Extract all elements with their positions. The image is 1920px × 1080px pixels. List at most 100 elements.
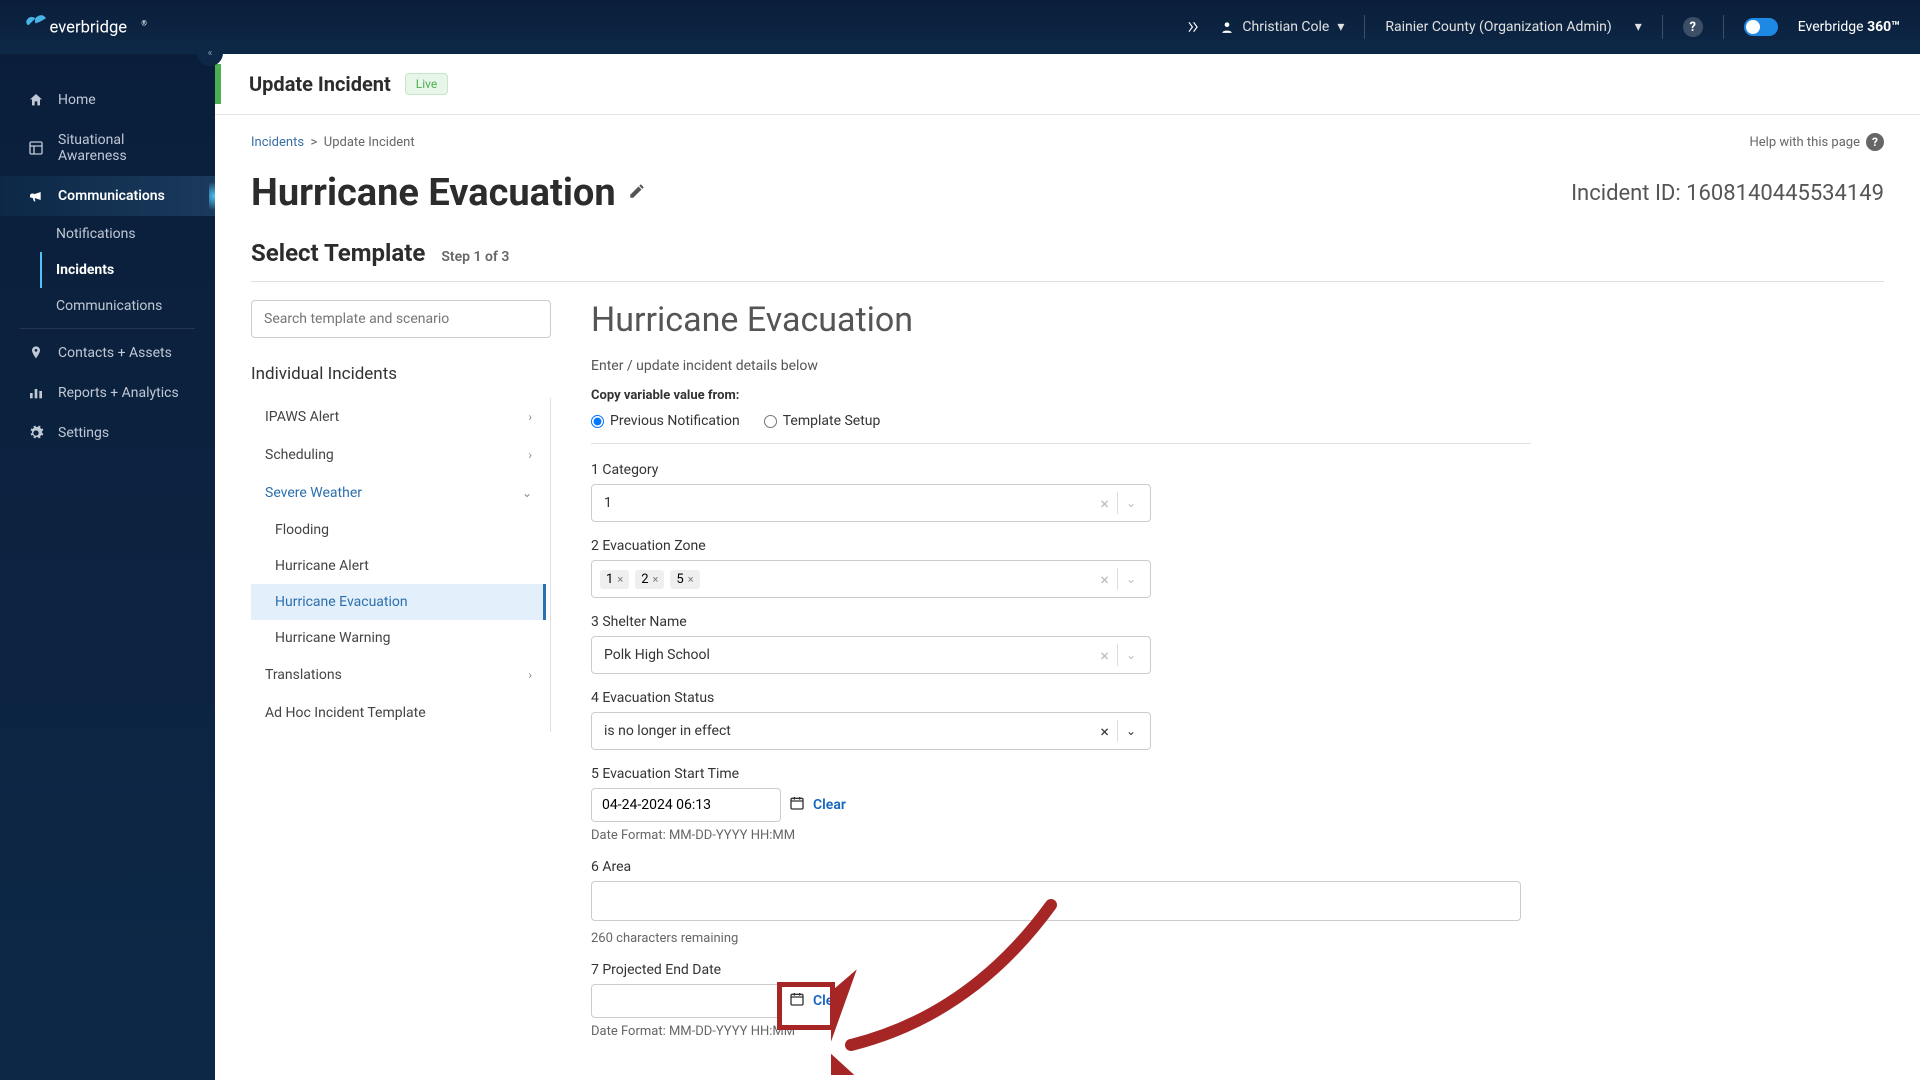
field-label-end-date: 7 Projected End Date	[591, 962, 1531, 978]
product-toggle[interactable]	[1744, 18, 1778, 36]
chevron-right-icon: ›	[528, 448, 532, 462]
field-label-status: 4 Evacuation Status	[591, 690, 1531, 706]
help-page-link[interactable]: Help with this page ?	[1750, 133, 1885, 151]
tree-item-scheduling[interactable]: Scheduling›	[251, 436, 546, 474]
date-format-hint: Date Format: MM-DD-YYYY HH:MM	[591, 828, 1531, 843]
remove-tag-icon[interactable]: ×	[617, 573, 623, 586]
tree-sub-hurricane-alert[interactable]: Hurricane Alert	[251, 548, 546, 584]
template-tree: IPAWS Alert› Scheduling› Severe Weather⌄…	[251, 398, 551, 732]
chevron-down-icon[interactable]: ⌄	[1118, 572, 1144, 586]
clear-icon[interactable]: ×	[1092, 494, 1117, 513]
calendar-icon[interactable]	[789, 795, 805, 815]
field-label-category: 1 Category	[591, 462, 1531, 478]
sidebar: « Home Situational Awareness Communicati…	[0, 0, 215, 1080]
org-name: Rainier County (Organization Admin)	[1385, 19, 1611, 35]
shelter-select[interactable]: Polk High School × ⌄	[591, 636, 1151, 674]
sidebar-item-settings[interactable]: Settings	[0, 413, 215, 453]
chevron-down-icon[interactable]: ⌄	[1118, 724, 1144, 738]
field-label-start-time: 5 Evacuation Start Time	[591, 766, 1531, 782]
help-icon[interactable]: ?	[1683, 17, 1703, 37]
sidebar-collapse-button[interactable]: «	[197, 40, 223, 66]
pin-icon	[28, 345, 44, 361]
svg-text:®: ®	[141, 19, 147, 27]
sidebar-item-label: Contacts + Assets	[58, 345, 172, 361]
breadcrumb-root[interactable]: Incidents	[251, 135, 304, 150]
sidebar-item-label: Reports + Analytics	[58, 385, 179, 401]
radio-previous-notification[interactable]: Previous Notification	[591, 413, 740, 429]
sidebar-item-home[interactable]: Home	[0, 80, 215, 120]
tree-item-translations[interactable]: Translations›	[251, 656, 546, 694]
divider	[1364, 15, 1365, 39]
tree-sub-flooding[interactable]: Flooding	[251, 512, 546, 548]
radio-template-setup[interactable]: Template Setup	[764, 413, 881, 429]
help-icon: ?	[1866, 133, 1884, 151]
org-menu[interactable]: Rainier County (Organization Admin) ▾	[1385, 19, 1641, 35]
tree-item-ipaws[interactable]: IPAWS Alert›	[251, 398, 546, 436]
product-label: Everbridge 360™	[1798, 19, 1900, 35]
sidebar-item-label: Communications	[58, 188, 165, 204]
chevron-down-icon[interactable]: ⌄	[1118, 648, 1144, 662]
zone-tag: 2×	[635, 570, 664, 589]
incident-id: Incident ID: 1608140445534149	[1571, 181, 1884, 206]
tree-item-adhoc[interactable]: Ad Hoc Incident Template	[251, 694, 546, 732]
divider	[1662, 15, 1663, 39]
area-textarea[interactable]	[591, 881, 1521, 921]
edit-title-icon[interactable]	[628, 182, 646, 205]
chart-icon	[28, 385, 44, 401]
char-counter: 260 characters remaining	[591, 931, 1531, 946]
sidebar-sub-communications[interactable]: Communications	[56, 288, 215, 324]
sidebar-item-communications[interactable]: Communications	[0, 176, 215, 216]
zone-multiselect[interactable]: 1× 2× 5× × ⌄	[591, 560, 1151, 598]
clear-icon[interactable]: ×	[1092, 646, 1117, 665]
breadcrumb-current: Update Incident	[324, 135, 415, 150]
zone-tag: 5×	[670, 570, 699, 589]
template-search-input[interactable]	[251, 300, 551, 338]
sidebar-item-label: Home	[58, 92, 96, 108]
remove-tag-icon[interactable]: ×	[653, 573, 659, 586]
user-name: Christian Cole	[1242, 19, 1329, 35]
clear-start-link[interactable]: Clear	[813, 797, 846, 813]
divider	[1723, 15, 1724, 39]
copy-from-label: Copy variable value from:	[591, 388, 1531, 403]
step-indicator: Step 1 of 3	[441, 249, 509, 265]
main-content: Update Incident Live Incidents > Update …	[215, 0, 1920, 1080]
tree-sub-hurricane-evacuation[interactable]: Hurricane Evacuation	[251, 584, 546, 620]
breadcrumb: Incidents > Update Incident	[251, 135, 415, 150]
sidebar-sub-notifications[interactable]: Notifications	[56, 216, 215, 252]
start-time-input[interactable]	[591, 788, 781, 822]
expand-icon[interactable]	[1186, 20, 1200, 34]
remove-tag-icon[interactable]: ×	[688, 573, 694, 586]
caret-down-icon: ▾	[1337, 19, 1344, 35]
user-menu[interactable]: Christian Cole ▾	[1220, 19, 1344, 35]
sidebar-item-situational[interactable]: Situational Awareness	[0, 120, 215, 176]
sidebar-item-label: Settings	[58, 425, 109, 441]
chevron-down-icon[interactable]: ⌄	[1118, 496, 1144, 510]
field-label-shelter: 3 Shelter Name	[591, 614, 1531, 630]
brand-logo[interactable]: everbridge ®	[0, 13, 215, 41]
chevron-down-icon: ⌄	[522, 486, 532, 500]
svg-text:everbridge: everbridge	[50, 18, 128, 37]
home-icon	[28, 92, 44, 108]
end-date-input[interactable]	[591, 984, 781, 1018]
sidebar-sub-incidents[interactable]: Incidents	[40, 252, 215, 288]
sidebar-item-contacts[interactable]: Contacts + Assets	[0, 333, 215, 373]
dashboard-icon	[28, 140, 44, 156]
clear-icon[interactable]: ×	[1092, 570, 1117, 589]
status-select[interactable]: is no longer in effect × ⌄	[591, 712, 1151, 750]
category-select[interactable]: 1 × ⌄	[591, 484, 1151, 522]
date-format-hint: Date Format: MM-DD-YYYY HH:MM	[591, 1024, 1531, 1039]
field-label-area: 6 Area	[591, 859, 1531, 875]
caret-down-icon: ▾	[1635, 19, 1642, 35]
gear-icon	[28, 425, 44, 441]
incident-title: Hurricane Evacuation	[251, 171, 646, 215]
clear-end-link[interactable]: Clear	[813, 993, 846, 1009]
tree-sub-hurricane-warning[interactable]: Hurricane Warning	[251, 620, 546, 656]
tree-item-severe-weather[interactable]: Severe Weather⌄	[251, 474, 546, 512]
clear-icon[interactable]: ×	[1092, 722, 1117, 741]
sidebar-item-reports[interactable]: Reports + Analytics	[0, 373, 215, 413]
sidebar-item-label: Situational Awareness	[58, 132, 187, 164]
live-badge: Live	[405, 73, 448, 95]
zone-tag: 1×	[600, 570, 629, 589]
calendar-icon[interactable]	[789, 991, 805, 1011]
field-label-zone: 2 Evacuation Zone	[591, 538, 1531, 554]
